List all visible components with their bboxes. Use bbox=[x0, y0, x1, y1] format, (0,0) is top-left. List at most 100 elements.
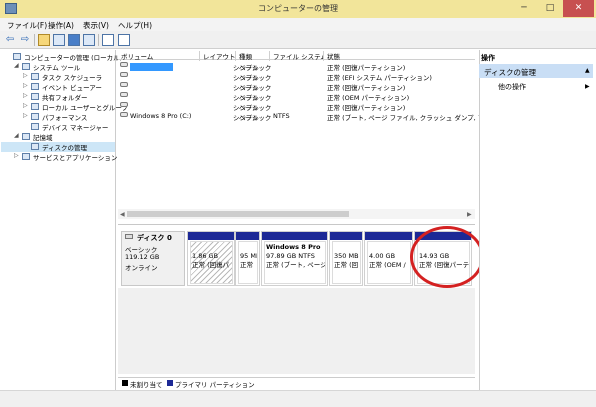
volume-row[interactable]: シンプル ベーシック 正常 (EFI システム パーティション) bbox=[118, 72, 475, 82]
minimize-button[interactable]: ─ bbox=[511, 0, 537, 17]
tree-node-icon bbox=[31, 93, 39, 100]
export-list-icon[interactable] bbox=[118, 34, 130, 46]
partition-size: 350 MB bbox=[334, 252, 359, 260]
actions-pane bbox=[479, 50, 596, 390]
primary-partition-swatch bbox=[167, 380, 173, 386]
properties-icon[interactable] bbox=[102, 34, 114, 46]
back-arrow-icon[interactable]: ⇦ bbox=[4, 34, 16, 46]
menu-file[interactable]: ファイル(F) bbox=[7, 20, 47, 31]
partition-type-bar bbox=[236, 232, 259, 240]
empty-disk-space bbox=[118, 288, 475, 374]
collapse-up-icon[interactable]: ▲ bbox=[585, 67, 590, 74]
disk-state: オンライン bbox=[125, 264, 158, 272]
partition-block[interactable]: 4.00 GB 正常 (OEM / bbox=[364, 231, 413, 286]
close-button[interactable]: ✕ bbox=[563, 0, 594, 17]
volume-row[interactable]: シンプル ベーシック 正常 (OEM パーティション) bbox=[118, 92, 475, 102]
tree-item-label: システム ツール bbox=[33, 64, 81, 72]
column-status[interactable]: 状態 bbox=[324, 51, 475, 61]
show-action-pane-icon[interactable] bbox=[83, 34, 95, 46]
partition-block[interactable]: 350 MB 正常 (回 bbox=[329, 231, 363, 286]
scroll-right-icon[interactable]: ▶ bbox=[467, 211, 472, 218]
partition-details: 4.00 GB 正常 (OEM / bbox=[367, 241, 411, 284]
menu-help[interactable]: ヘルプ(H) bbox=[118, 20, 152, 31]
tree-item[interactable]: コンピューターの管理 (ローカル) bbox=[1, 52, 122, 62]
column-volume[interactable]: ボリューム bbox=[118, 51, 200, 61]
tree-item[interactable]: ▷ ローカル ユーザーとグループ bbox=[1, 102, 128, 112]
tree-node-icon bbox=[31, 113, 39, 120]
expand-icon[interactable]: ▷ bbox=[23, 112, 28, 119]
volume-row[interactable]: シンプル ベーシック 正常 (回復パーティション) bbox=[118, 102, 475, 112]
partition-details: 1.86 GB 正常 (回復パ bbox=[190, 241, 233, 284]
tree-item-label: 記憶域 bbox=[33, 134, 53, 142]
tree-item[interactable]: ▷ パフォーマンス bbox=[1, 112, 115, 122]
other-actions[interactable]: 他の操作 bbox=[498, 82, 526, 92]
cell-type: ベーシック bbox=[239, 84, 272, 92]
partition-block[interactable]: Windows 8 Pro 97.89 GB NTFS 正常 (ブート, ページ bbox=[261, 231, 328, 286]
tree-item[interactable]: デバイス マネージャー bbox=[1, 122, 115, 132]
tree-item-label: コンピューターの管理 (ローカル) bbox=[24, 54, 123, 62]
legend-primary: プライマリ パーティション bbox=[175, 381, 255, 389]
column-layout[interactable]: レイアウト bbox=[200, 51, 236, 61]
partition-size: 95 MI bbox=[240, 252, 258, 260]
expand-icon[interactable]: ◢ bbox=[14, 62, 19, 69]
volume-icon bbox=[120, 82, 128, 87]
cell-status: 正常 (OEM パーティション) bbox=[327, 94, 410, 102]
column-type[interactable]: 種類 bbox=[236, 51, 270, 61]
volume-icon bbox=[120, 112, 128, 117]
tree-node-icon bbox=[31, 123, 39, 130]
partition-status: 正常 (回復パ bbox=[192, 261, 230, 269]
partition-size: 97.89 GB NTFS bbox=[266, 252, 315, 260]
tree-item[interactable]: ▷ イベント ビューアー bbox=[1, 82, 115, 92]
tree-item[interactable]: ディスクの管理 bbox=[1, 142, 115, 152]
up-folder-icon[interactable] bbox=[38, 34, 50, 46]
menu-view[interactable]: 表示(V) bbox=[83, 20, 109, 31]
window-title: コンピューターの管理 bbox=[258, 4, 338, 13]
show-tree-icon[interactable] bbox=[53, 34, 65, 46]
scrollbar-thumb[interactable] bbox=[127, 211, 349, 217]
partition-block[interactable]: 1.86 GB 正常 (回復パ bbox=[187, 231, 235, 286]
unallocated-swatch bbox=[122, 380, 128, 386]
disk-size: 119.12 GB bbox=[125, 253, 160, 261]
partition-status: 正常 (回 bbox=[334, 261, 359, 269]
partition-block[interactable]: 95 MI 正常 bbox=[235, 231, 260, 286]
partition-details: 95 MI 正常 bbox=[238, 241, 258, 284]
tree-item[interactable]: ▷ タスク スケジューラ bbox=[1, 72, 115, 82]
submenu-right-icon[interactable]: ▶ bbox=[585, 83, 590, 90]
partition-status: 正常 (OEM / bbox=[369, 261, 406, 269]
tree-item[interactable]: ◢ 記憶域 bbox=[1, 132, 115, 142]
volume-row[interactable]: Windows 8 Pro (C:) シンプル ベーシック NTFS 正常 (ブート, … bbox=[118, 112, 497, 122]
cell-status: 正常 (回復パーティション) bbox=[327, 84, 406, 92]
tree-item[interactable]: ▷ 共有フォルダー bbox=[1, 92, 115, 102]
disk-0-info[interactable]: ディスク 0 ベーシック 119.12 GB オンライン bbox=[121, 231, 185, 286]
maximize-button[interactable]: □ bbox=[537, 0, 563, 17]
tree-item[interactable]: ◢ システム ツール bbox=[1, 62, 115, 72]
tree-node-icon bbox=[31, 103, 39, 110]
tree-item-label: サービスとアプリケーション bbox=[33, 154, 118, 162]
cell-volume: Windows 8 Pro (C:) bbox=[130, 112, 192, 120]
partition-status: 正常 bbox=[240, 261, 253, 269]
scroll-left-icon[interactable]: ◀ bbox=[120, 211, 125, 218]
actions-section-disk-management[interactable]: ディスクの管理 bbox=[479, 64, 593, 78]
cell-status: 正常 (ブート, ページ ファイル, クラッシュ ダンプ, プライ bbox=[327, 114, 498, 122]
cell-status: 正常 (EFI システム パーティション) bbox=[327, 74, 432, 82]
expand-icon[interactable]: ▷ bbox=[14, 152, 19, 159]
expand-icon[interactable]: ▷ bbox=[23, 82, 28, 89]
help-icon[interactable] bbox=[68, 34, 80, 46]
volume-icon bbox=[120, 62, 128, 67]
disk-icon bbox=[125, 234, 133, 239]
expand-icon[interactable]: ▷ bbox=[23, 102, 28, 109]
tree-node-icon bbox=[31, 143, 39, 150]
menu-action[interactable]: 操作(A) bbox=[48, 20, 74, 31]
expand-icon[interactable]: ▷ bbox=[23, 92, 28, 99]
volume-row[interactable]: シンプル ベーシック 正常 (回復パーティション) bbox=[118, 82, 475, 92]
tree-item-label: 共有フォルダー bbox=[42, 94, 88, 102]
column-file-system[interactable]: ファイル システム bbox=[270, 51, 324, 61]
forward-arrow-icon[interactable]: ⇨ bbox=[19, 34, 31, 46]
tree-item[interactable]: ▷ サービスとアプリケーション bbox=[1, 152, 118, 162]
expand-icon[interactable]: ▷ bbox=[23, 72, 28, 79]
expand-icon[interactable]: ◢ bbox=[14, 132, 19, 139]
cell-type: ベーシック bbox=[239, 94, 272, 102]
cell-fs: NTFS bbox=[273, 112, 290, 120]
tree-item-label: パフォーマンス bbox=[42, 114, 88, 122]
volume-row[interactable]: シンプル ベーシック 正常 (回復パーティション) bbox=[118, 62, 475, 72]
